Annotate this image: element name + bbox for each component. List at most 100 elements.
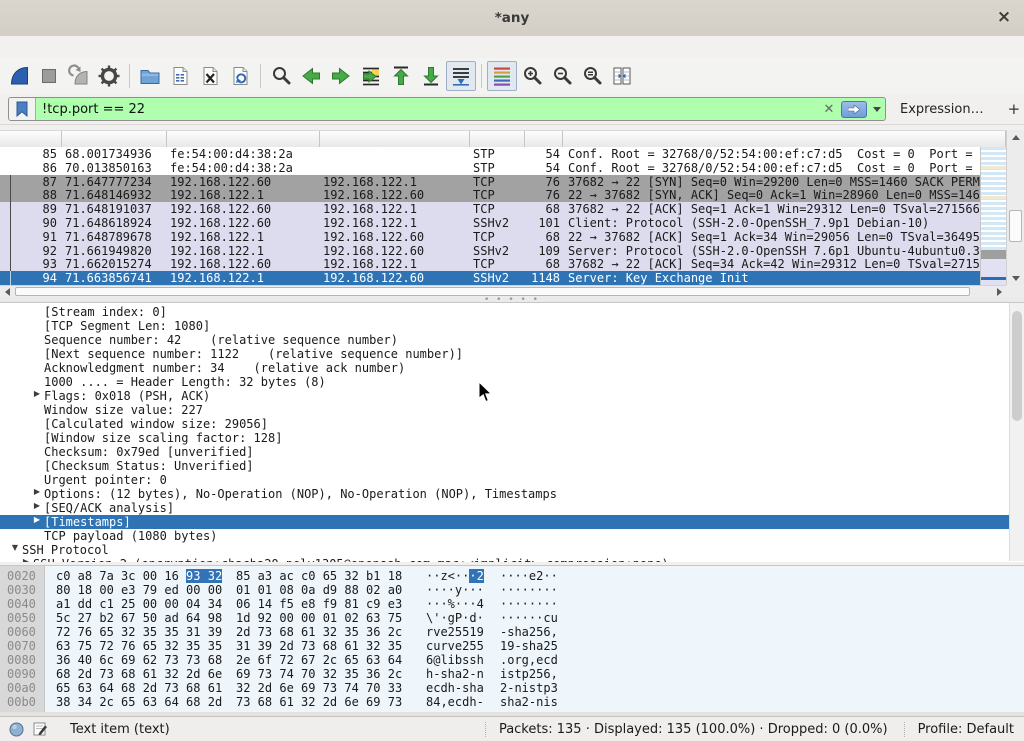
ascii-left[interactable]: ···%···4: [426, 597, 492, 611]
packet-row[interactable]: 92 71.661949820 192.168.122.1 192.168.12…: [0, 244, 980, 258]
detail-line[interactable]: ▶ Options: (12 bytes), No-Operation (NOP…: [0, 487, 1024, 501]
detail-line[interactable]: Sequence number: 42 (relative sequence n…: [0, 333, 1024, 347]
detail-line[interactable]: Acknowledgment number: 34 (relative ack …: [0, 361, 1024, 375]
capture-comment-icon[interactable]: [32, 721, 48, 737]
hex-row[interactable]: 00a0 65 63 64 68 2d 73 68 61 32 2d 6e 69…: [0, 681, 1024, 695]
expand-arrow-icon[interactable]: ▶: [19, 557, 33, 562]
hex-bytes-right[interactable]: 31 39 2d 73 68 61 32 35: [236, 639, 426, 653]
open-file-icon[interactable]: [135, 61, 165, 91]
close-window-button[interactable]: ×: [994, 7, 1014, 27]
hex-bytes-right[interactable]: 01 01 08 0a d9 88 02 a0: [236, 583, 426, 597]
stop-capture-icon[interactable]: [34, 61, 64, 91]
menu-item[interactable]: [146, 46, 166, 48]
ascii-right[interactable]: ········: [500, 597, 580, 611]
go-to-packet-icon[interactable]: [356, 61, 386, 91]
packet-list-vertical-scrollbar[interactable]: [1006, 130, 1024, 285]
column-header[interactable]: [0, 131, 62, 148]
scroll-down-icon[interactable]: [1007, 271, 1024, 285]
ascii-left[interactable]: h-sha2-n: [426, 667, 492, 681]
hex-bytes-left[interactable]: 68 2d 73 68 61 32 2d 6e: [56, 667, 236, 681]
ascii-right[interactable]: istp256,: [500, 667, 580, 681]
expand-arrow-icon[interactable]: [30, 445, 44, 459]
expand-arrow-icon[interactable]: [30, 459, 44, 473]
ascii-left[interactable]: ··z<···2: [426, 569, 492, 583]
hex-row[interactable]: 0070 63 75 72 76 65 32 35 35 31 39 2d 73…: [0, 639, 1024, 653]
hex-bytes-left[interactable]: a1 dd c1 25 00 00 04 34: [56, 597, 236, 611]
ascii-right[interactable]: sha2-nis: [500, 695, 580, 709]
hex-bytes-left[interactable]: 65 63 64 68 2d 73 68 61: [56, 681, 236, 695]
menu-item[interactable]: [186, 46, 206, 48]
display-filter-input[interactable]: !tcp.port == 22 ✕: [8, 97, 886, 121]
ascii-left[interactable]: rve25519: [426, 625, 492, 639]
hex-bytes-left[interactable]: 5c 27 b2 67 50 ad 64 98: [56, 611, 236, 625]
hex-bytes-left[interactable]: 72 76 65 32 35 35 31 39: [56, 625, 236, 639]
menu-item[interactable]: [66, 46, 86, 48]
scroll-right-icon[interactable]: [992, 286, 1006, 297]
menu-item[interactable]: [206, 46, 226, 48]
details-vertical-scrollbar[interactable]: [1009, 303, 1024, 561]
hex-bytes-right[interactable]: 2e 6f 72 67 2c 65 63 64: [236, 653, 426, 667]
packet-row[interactable]: 86 70.013850163 fe:54:00:d4:38:2a STP 54…: [0, 161, 980, 175]
detail-line[interactable]: ▶ SSH Version 2 (encryption:chacha20-pol…: [0, 557, 1024, 562]
expert-info-icon[interactable]: [9, 722, 24, 737]
hex-bytes-right[interactable]: 06 14 f5 e8 f9 81 c9 e3: [236, 597, 426, 611]
detail-line[interactable]: ▼ SSH Protocol: [0, 543, 1024, 557]
detail-line[interactable]: [Next sequence number: 1122 (relative se…: [0, 347, 1024, 361]
expression-button[interactable]: Expression…: [900, 102, 984, 117]
expand-arrow-icon[interactable]: ▼: [8, 543, 22, 557]
expand-arrow-icon[interactable]: [30, 529, 44, 543]
expand-arrow-icon[interactable]: ▶: [30, 389, 44, 403]
go-last-packet-icon[interactable]: [416, 61, 446, 91]
detail-line[interactable]: [Calculated window size: 29056]: [0, 417, 1024, 431]
restart-capture-icon[interactable]: [64, 61, 94, 91]
column-header[interactable]: [167, 131, 320, 148]
expand-arrow-icon[interactable]: ▶: [30, 487, 44, 501]
hex-bytes-right[interactable]: 32 2d 6e 69 73 74 70 33: [236, 681, 426, 695]
expand-arrow-icon[interactable]: [30, 431, 44, 445]
packet-row[interactable]: 87 71.647777234 192.168.122.60 192.168.1…: [0, 175, 980, 189]
ascii-left[interactable]: 6@libssh: [426, 653, 492, 667]
packet-row[interactable]: 93 71.662015274 192.168.122.60 192.168.1…: [0, 257, 980, 271]
column-header[interactable]: [525, 131, 563, 148]
hex-bytes-left[interactable]: 38 34 2c 65 63 64 68 2d: [56, 695, 236, 709]
expand-arrow-icon[interactable]: [30, 361, 44, 375]
ascii-left[interactable]: 84,ecdh-: [426, 695, 492, 709]
hex-bytes-left[interactable]: 63 75 72 76 65 32 35 35: [56, 639, 236, 653]
hex-bytes-right[interactable]: 73 68 61 32 2d 6e 69 73: [236, 695, 426, 709]
hex-bytes-left[interactable]: 36 40 6c 69 62 73 73 68: [56, 653, 236, 667]
close-file-icon[interactable]: [195, 61, 225, 91]
ascii-left[interactable]: ecdh-sha: [426, 681, 492, 695]
detail-line[interactable]: [Checksum Status: Unverified]: [0, 459, 1024, 473]
add-filter-button[interactable]: +: [1008, 100, 1021, 118]
scrollbar-thumb[interactable]: [1012, 311, 1022, 421]
ascii-right[interactable]: ····e2··: [500, 569, 580, 583]
expand-arrow-icon[interactable]: ▶: [30, 501, 44, 515]
ascii-right[interactable]: ········: [500, 583, 580, 597]
save-file-icon[interactable]: [165, 61, 195, 91]
detail-line[interactable]: [Window size scaling factor: 128]: [0, 431, 1024, 445]
hex-bytes-right[interactable]: 1d 92 00 00 01 02 63 75: [236, 611, 426, 625]
zoom-out-icon[interactable]: [547, 61, 577, 91]
zoom-reset-icon[interactable]: [577, 61, 607, 91]
go-first-packet-icon[interactable]: [386, 61, 416, 91]
expand-arrow-icon[interactable]: [30, 375, 44, 389]
column-header[interactable]: [62, 131, 167, 148]
packet-row[interactable]: 94 71.663856741 192.168.122.1 192.168.12…: [0, 271, 980, 285]
resize-columns-icon[interactable]: [607, 61, 637, 91]
ascii-right[interactable]: 19-sha25: [500, 639, 580, 653]
detail-line[interactable]: [TCP Segment Len: 1080]: [0, 319, 1024, 333]
detail-line[interactable]: Checksum: 0x79ed [unverified]: [0, 445, 1024, 459]
detail-line[interactable]: ▶ [Timestamps]: [0, 515, 1024, 529]
detail-line[interactable]: ▶ [SEQ/ACK analysis]: [0, 501, 1024, 515]
ascii-left[interactable]: \'·gP·d·: [426, 611, 492, 625]
packet-row[interactable]: 89 71.648191037 192.168.122.60 192.168.1…: [0, 202, 980, 216]
filter-bookmark-icon[interactable]: [9, 98, 36, 120]
filter-text[interactable]: !tcp.port == 22: [36, 102, 819, 117]
hex-bytes-right[interactable]: 69 73 74 70 32 35 36 2c: [236, 667, 426, 681]
ascii-right[interactable]: .org,ecd: [500, 653, 580, 667]
expand-arrow-icon[interactable]: [30, 347, 44, 361]
scrollbar-thumb[interactable]: [1009, 210, 1022, 242]
hex-row[interactable]: 00b0 38 34 2c 65 63 64 68 2d 73 68 61 32…: [0, 695, 1024, 709]
column-header[interactable]: [320, 131, 470, 148]
auto-scroll-icon[interactable]: [446, 61, 476, 91]
